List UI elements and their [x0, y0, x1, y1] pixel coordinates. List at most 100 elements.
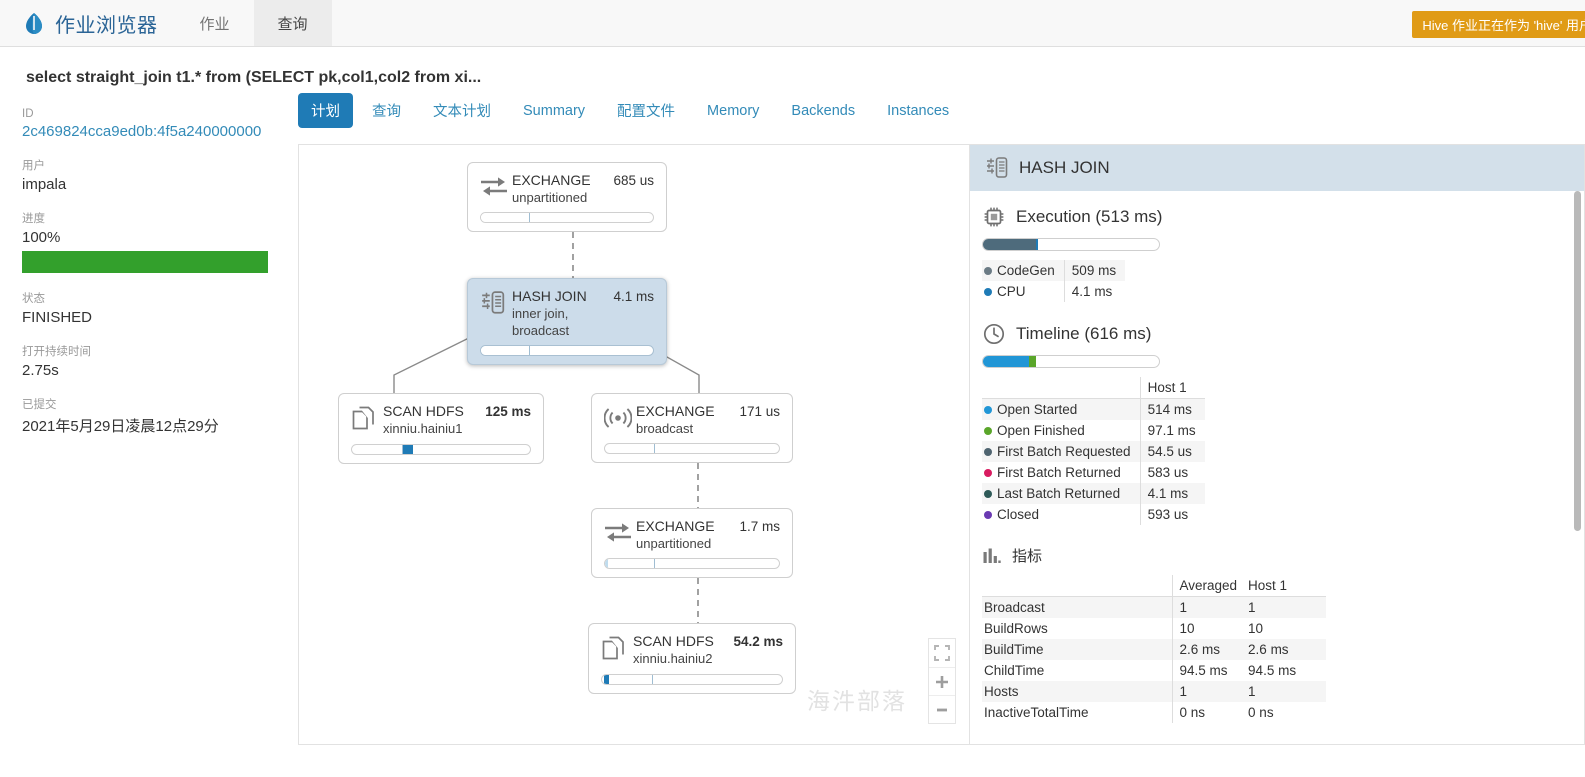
metric-name: Broadcast — [982, 596, 1172, 618]
meta-label: 状态 — [22, 293, 45, 305]
plan-node-subtitle: unpartitioned — [636, 536, 712, 551]
meta-value: 2021年5月29日凌晨12点29分 — [22, 418, 219, 435]
query-id-link[interactable]: 2c469824cca9ed0b:4f5a240000000 — [22, 123, 268, 140]
plan-panel: EXCHANGE unpartitioned 685 us HASH JOIN inne… — [298, 144, 1585, 745]
fit-screen-icon[interactable] — [929, 639, 955, 667]
legend-dot — [984, 511, 992, 520]
graph-zoom-controls — [928, 638, 956, 724]
zoom-out-icon[interactable] — [929, 695, 955, 723]
detail-panel-scrollbar[interactable] — [1574, 191, 1581, 531]
plan-node-time: 1.7 ms — [739, 519, 780, 534]
timeline-row-value: 583 us — [1139, 462, 1205, 483]
plan-node-subtitle: broadcast — [636, 421, 694, 436]
page-body: ID 2c469824cca9ed0b:4f5a240000000 用户 imp… — [0, 87, 1585, 763]
plan-node-icon — [604, 518, 636, 551]
table-header-row: Averaged Host 1 — [982, 575, 1327, 597]
plan-node-progress — [604, 443, 780, 454]
node-detail-panel: HASH JOIN Execution (513 ms) CodeGen 509 … — [969, 145, 1584, 744]
plan-node-time: 171 us — [739, 404, 780, 419]
metric-name: InactiveTotalTime — [984, 705, 1089, 720]
meta-label: ID — [22, 108, 34, 120]
metric-averaged: 1 — [1171, 596, 1247, 618]
metric-name: ChildTime — [984, 663, 1045, 678]
plan-node-icon — [601, 633, 633, 668]
table-row: Open Finished 97.1 ms — [982, 420, 1205, 441]
plan-node-time: 4.1 ms — [613, 289, 654, 304]
broadcast-icon — [603, 408, 633, 428]
brand-title: 作业浏览器 — [55, 14, 158, 37]
legend-dot — [984, 267, 992, 276]
plan-node-subtitle: inner join, broadcast — [512, 306, 570, 338]
legend-dot — [984, 288, 992, 297]
plan-node-icon — [351, 403, 383, 438]
meta-label: 进度 — [22, 213, 45, 225]
brand[interactable]: 作业浏览器 — [0, 0, 176, 46]
plan-node-time: 125 ms — [485, 404, 531, 419]
metric-name: Hosts — [982, 681, 1172, 702]
plan-node-scan-hdfs-1[interactable]: SCAN HDFS xinniu.hainiu1 125 ms — [338, 393, 544, 464]
table-row: ChildTime 94.5 ms 94.5 ms — [982, 660, 1326, 681]
zoom-in-icon[interactable] — [929, 667, 955, 695]
metric-averaged: 0 ns — [1171, 702, 1247, 723]
exchange-arrows-icon — [605, 523, 631, 542]
metric-averaged: 1 — [1171, 681, 1247, 702]
progress-bar — [22, 251, 268, 273]
query-meta-sidebar: ID 2c469824cca9ed0b:4f5a240000000 用户 imp… — [0, 87, 290, 763]
execution-title: Execution (513 ms) — [1016, 207, 1163, 226]
meta-value: 2.75s — [22, 362, 59, 379]
timeline-title: Timeline (616 ms) — [1016, 324, 1152, 343]
tab-7[interactable]: Instances — [874, 96, 962, 126]
clock-icon — [983, 323, 1005, 345]
plan-node-exchange-top[interactable]: EXCHANGE unpartitioned 685 us — [467, 162, 667, 232]
metric-host1: 94.5 ms — [1248, 663, 1297, 678]
metrics-col-name — [982, 575, 1172, 597]
plan-node-exchange-mid[interactable]: EXCHANGE unpartitioned 1.7 ms — [591, 508, 793, 578]
meter-segment — [983, 239, 1036, 250]
timeline-row-label: First Batch Returned — [982, 462, 1140, 483]
metric-averaged: 10 — [1171, 618, 1247, 639]
execution-meter — [982, 238, 1160, 251]
tab-0[interactable]: 计划 — [298, 93, 353, 128]
execution-row-value: 4.1 ms — [1063, 281, 1126, 302]
table-row: Closed 593 us — [982, 504, 1205, 525]
metric-host1: 2.6 ms — [1246, 639, 1327, 660]
node-detail-title: HASH JOIN — [1019, 158, 1110, 177]
execution-row-label: CodeGen — [982, 260, 1065, 281]
tab-5[interactable]: Memory — [694, 96, 772, 126]
table-header-row: Host 1 — [982, 377, 1205, 399]
timeline-row-value: 593 us — [1139, 504, 1205, 525]
plan-node-title: EXCHANGE — [636, 518, 715, 534]
meta-field-status: 状态 FINISHED — [22, 290, 268, 326]
table-row: CodeGen 509 ms — [982, 260, 1126, 281]
plan-node-icon — [603, 403, 636, 436]
plan-node-subtitle: xinniu.hainiu2 — [633, 651, 713, 666]
plan-node-scan-hdfs-2[interactable]: SCAN HDFS xinniu.hainiu2 54.2 ms — [588, 623, 796, 694]
nav-tab-jobs[interactable]: 作业 — [176, 0, 254, 46]
tab-4[interactable]: 配置文件 — [604, 93, 688, 128]
tab-3[interactable]: Summary — [510, 96, 598, 126]
nav-tab-queries[interactable]: 查询 — [253, 0, 332, 46]
metrics-col-host1: Host 1 — [1246, 575, 1327, 597]
metric-host1: 1 — [1246, 596, 1327, 618]
metric-host1: 0 ns — [1248, 705, 1274, 720]
tab-2[interactable]: 文本计划 — [420, 93, 504, 128]
timeline-row-label: First Batch Requested — [982, 441, 1141, 462]
plan-node-hash-join[interactable]: HASH JOIN inner join, broadcast 4.1 ms — [467, 278, 667, 365]
legend-dot — [984, 427, 992, 436]
plan-node-progress — [604, 558, 780, 569]
timeline-row-label: Closed — [982, 504, 1140, 525]
table-row: Last Batch Returned 4.1 ms — [982, 483, 1205, 504]
plan-node-exchange-broadcast[interactable]: EXCHANGE broadcast 171 us — [591, 393, 793, 463]
query-plan-graph[interactable]: EXCHANGE unpartitioned 685 us HASH JOIN inne… — [299, 145, 969, 744]
timeline-col-blank — [982, 377, 1141, 399]
execution-table: CodeGen 509 ms CPU 4.1 ms — [982, 260, 1126, 302]
tab-1[interactable]: 查询 — [359, 93, 414, 128]
meta-field-id: ID 2c469824cca9ed0b:4f5a240000000 — [22, 108, 268, 140]
tab-6[interactable]: Backends — [778, 96, 868, 126]
hive-user-notice: Hive 作业正在作为 'hive' 用户运 — [1412, 11, 1585, 38]
meta-field-user: 用户 impala — [22, 157, 268, 193]
meter-segment — [1028, 356, 1036, 367]
hash-join-icon — [987, 157, 1008, 178]
scan-hdfs-icon — [602, 636, 624, 660]
metric-host1: 1 — [1246, 681, 1327, 702]
